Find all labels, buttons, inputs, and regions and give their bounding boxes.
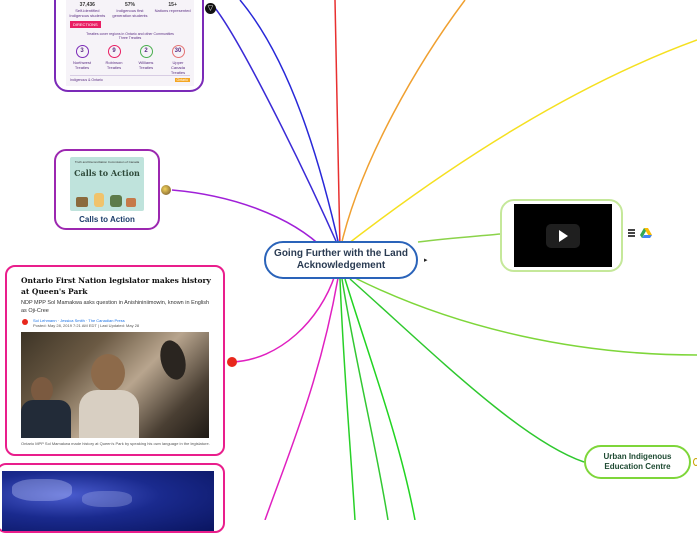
calls-to-action-node[interactable]: Truth and Reconciliation Commission of C… [54, 149, 160, 230]
urban-indigenous-node[interactable]: Urban Indigenous Education Centre [584, 445, 691, 479]
cbc-logo-small [22, 319, 28, 325]
globe-icon[interactable] [161, 185, 171, 195]
map-image [2, 471, 214, 531]
list-icon[interactable] [628, 229, 635, 237]
infographic-banner: DIRECTIONS [70, 21, 101, 28]
urban-indigenous-label: Urban Indigenous Education Centre [603, 452, 672, 471]
news-article-node[interactable]: Ontario First Nation legislator makes hi… [5, 265, 225, 456]
treaty-1: 3 Northwest Treaties [69, 45, 95, 75]
news-posted: Posted: May 28, 2019 7:21 AM EDT | Last … [33, 323, 140, 328]
stat-1: 37,436 Self-identified Indigenous studen… [69, 2, 106, 18]
connector-green-down-2 [341, 278, 389, 520]
treaty-circles: 3 Northwest Treaties 9 Robinson Treaties… [66, 45, 194, 75]
infographic-card[interactable]: 37,436 Self-identified Indigenous studen… [54, 0, 204, 92]
connector-green-down-3 [339, 278, 356, 520]
news-summary: NDP MPP Sol Mamakwa asks question in Ani… [21, 300, 210, 314]
connector-green-urban [349, 278, 585, 463]
news-photo [21, 332, 209, 438]
stat-2: 57% Indigenous first generation students [112, 2, 148, 18]
video-node[interactable] [500, 199, 623, 272]
drive-icon[interactable] [640, 228, 652, 238]
central-topic[interactable]: Going Further with the Land Acknowledgem… [264, 241, 418, 279]
treaty-2: 9 Robinson Treaties [101, 45, 127, 75]
news-headline: Ontario First Nation legislator makes hi… [21, 276, 211, 296]
connector-green-down-1 [344, 278, 416, 520]
connector-magenta-news [231, 274, 336, 363]
play-button-icon[interactable] [546, 224, 580, 248]
connector-magenta-down [264, 277, 339, 520]
connector-green-video [417, 233, 501, 243]
infographic-treaty-subtitle: Three Treaties [118, 36, 142, 40]
collapse-toggle-icon[interactable]: ▸ [424, 256, 428, 264]
cbc-icon[interactable] [227, 357, 237, 367]
node-handle-icon[interactable] [693, 458, 697, 466]
calls-to-action-image: Truth and Reconciliation Commission of C… [70, 157, 144, 211]
video-player[interactable] [514, 204, 612, 267]
link-icon[interactable]: ▽ [205, 3, 216, 14]
infographic-image: 37,436 Self-identified Indigenous studen… [66, 0, 194, 86]
calls-to-action-label: Calls to Action [79, 215, 135, 224]
connector-orange [339, 0, 466, 251]
stat-3: 15+ Nations represented [154, 2, 191, 13]
central-topic-label: Going Further with the Land Acknowledgem… [274, 248, 408, 271]
news-caption: Ontario MPP Sol Mamakwa made history at … [21, 441, 210, 446]
treaty-4: 30 Upper Canada Treaties [165, 45, 191, 75]
connector-blue [239, 0, 341, 251]
connector-red [334, 0, 341, 251]
treaty-3: 2 Williams Treaties [133, 45, 159, 75]
map-image-node[interactable] [0, 463, 225, 533]
connector-purple-infographic [214, 7, 341, 251]
connector-green-right [354, 277, 697, 356]
stats-row: 37,436 Self-identified Indigenous studen… [66, 0, 194, 18]
infographic-footer: Indigenous & Ontario Ontario [70, 75, 190, 82]
